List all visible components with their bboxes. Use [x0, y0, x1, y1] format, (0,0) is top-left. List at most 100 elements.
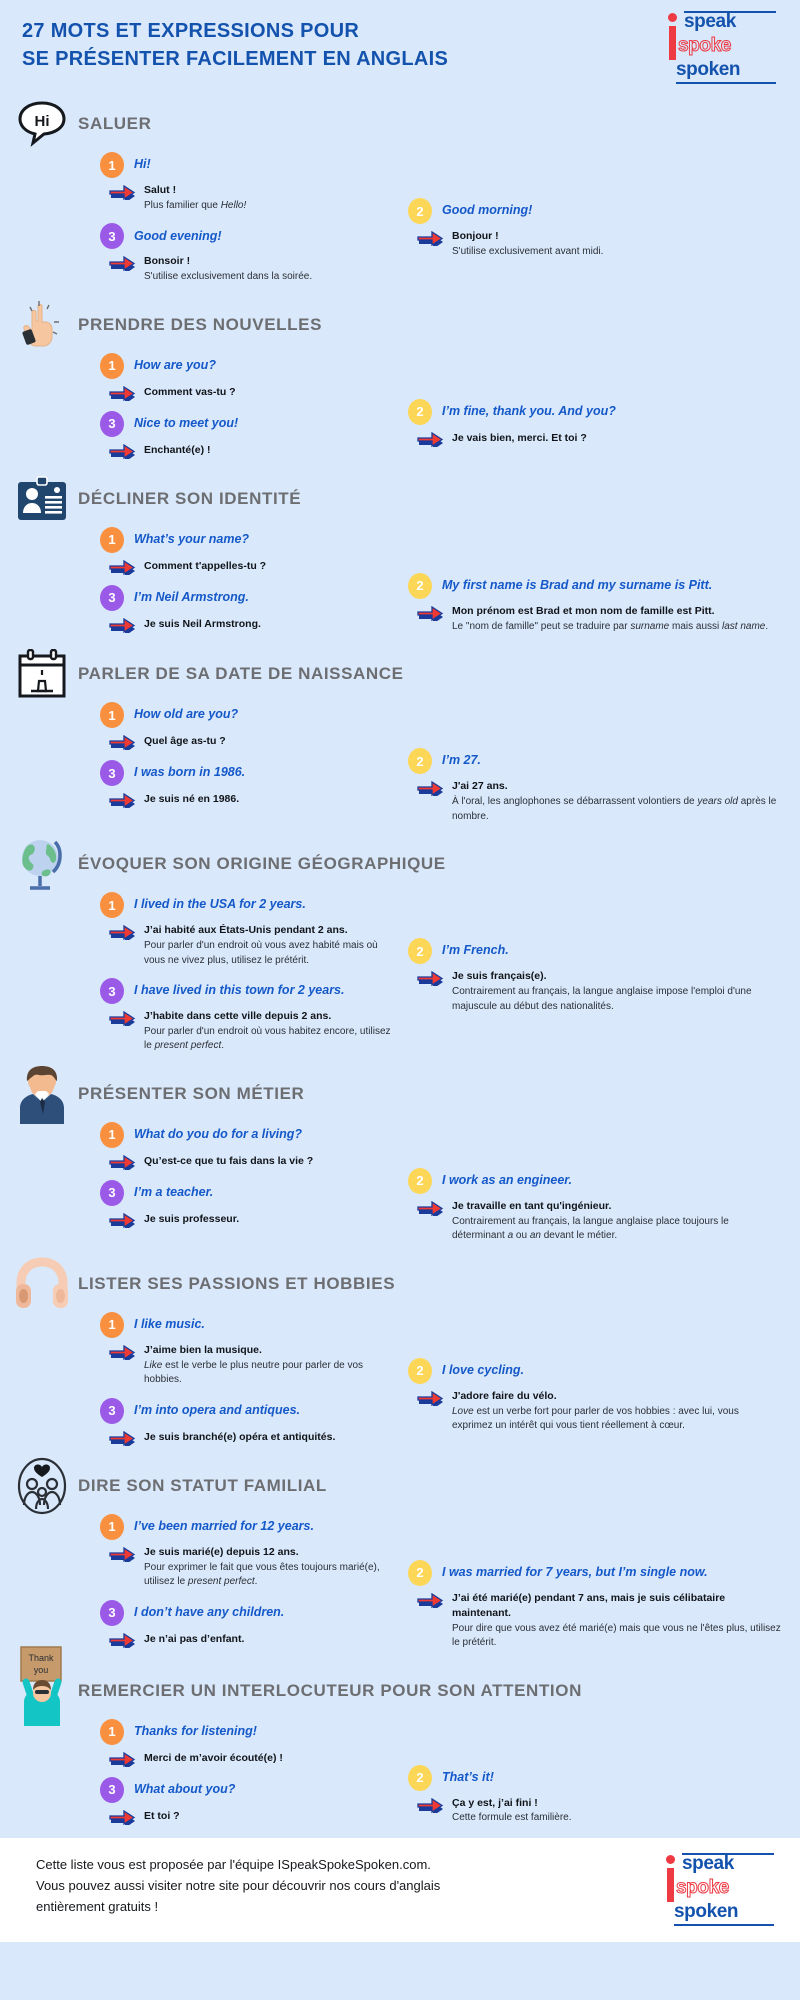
phrase-item: 3 What about you? Et toi ? [100, 1776, 394, 1828]
phrase-body: J’ai été marié(e) pendant 7 ans, mais je… [408, 1591, 782, 1651]
phrase-head: 3 I’m a teacher. [100, 1179, 394, 1206]
section-lister-ses-passions-et-hobbies: LISTER SES PASSIONS ET HOBBIES 1 I like mu… [0, 1256, 800, 1458]
globe-icon [12, 836, 72, 892]
logo-row-3: spoken [660, 58, 780, 84]
phrase-head: 2 That’s it! [408, 1764, 782, 1791]
phrase-french: J’habite dans cette ville depuis 2 ans. [144, 1010, 332, 1023]
column-right: 2 I’m 27. J'ai 27 ans. À l'oral, les anglop… [400, 702, 800, 834]
phrase-number-badge: 3 [100, 1776, 124, 1803]
phrase-translation-block: Je suis Neil Armstrong. [144, 617, 261, 632]
phrase-head: 2 I’m French. [408, 938, 782, 965]
phrase-english: What do you do for a living? [134, 1127, 303, 1142]
page-title-line-2: SE PRÉSENTER FACILEMENT EN ANGLAIS [22, 47, 449, 70]
column-right-offset [408, 892, 782, 938]
phrase-head: 3 I don’t have any children. [100, 1599, 394, 1626]
section-columns: 1 I lived in the USA for 2 years. J’ai hab… [0, 892, 800, 1064]
footer-logo-row-2: spoke [658, 1876, 778, 1900]
column-right-offset [408, 1514, 782, 1560]
section-header: ÉVOQUER SON ORIGINE GÉOGRAPHIQUE [0, 836, 800, 892]
column-left: 1 Thanks for listening! Merci de m’avoir é… [0, 1718, 400, 1836]
businessman-icon [12, 1065, 72, 1124]
brand-logo[interactable]: speak spoke spoken [660, 10, 780, 84]
phrase-french: Je suis professeur. [144, 1212, 240, 1225]
phrase-french: Merci de m’avoir écouté(e) ! [144, 1751, 283, 1764]
phrase-translation-block: Je suis branché(e) opéra et antiquités. [144, 1430, 335, 1445]
footer-text: Cette liste vous est proposée par l'équi… [36, 1854, 596, 1917]
phrase-number-badge: 1 [100, 1513, 124, 1540]
phrase-body: Je suis marié(e) depuis 12 ans. Pour expr… [100, 1545, 394, 1590]
logo-word-spoke: spoke [678, 35, 732, 57]
phrase-english: What’s your name? [134, 531, 250, 546]
phrase-head: 2 I’m 27. [408, 748, 782, 775]
phrase-translation-block: Je vais bien, merci. Et toi ? [452, 431, 587, 446]
phrase-note: À l'oral, les anglophones se débarrassen… [452, 796, 777, 822]
section-title: SALUER [78, 114, 152, 133]
phrase-french: Ça y est, j’ai fini ! [452, 1796, 538, 1809]
svg-text:Thank: Thank [28, 1653, 54, 1663]
logo-row-2: spoke [660, 34, 780, 58]
phrase-item: 2 Good morning! Bonjour ! S'utilise exclusi… [408, 198, 782, 259]
section-title: REMERCIER UN INTERLOCUTEUR POUR SON ATTE… [78, 1680, 582, 1700]
phrase-english: Hi! [134, 157, 151, 172]
phrase-translation-block: Qu’est-ce que tu fais dans la vie ? [144, 1154, 313, 1169]
phrase-number-badge: 1 [100, 892, 124, 919]
phrase-number-badge: 2 [408, 572, 432, 599]
phrase-head: 1 What’s your name? [100, 526, 394, 553]
phrase-body: J'ai 27 ans. À l'oral, les anglophones se… [408, 779, 782, 824]
right-arrow-icon [108, 1809, 136, 1828]
footer-logo-word-spoken: spoken [674, 1900, 739, 1922]
phrase-head: 1 How old are you? [100, 702, 394, 729]
phrase-body: Bonjour ! S'utilise exclusivement avant m… [408, 229, 782, 259]
phrase-number-badge: 3 [100, 1179, 124, 1206]
section-header: DIRE SON STATUT FAMILIAL [0, 1457, 800, 1514]
phrase-number-badge: 1 [100, 1121, 124, 1148]
phrase-body: Je suis né en 1986. [100, 791, 394, 812]
phrase-translation-block: Et toi ? [144, 1809, 180, 1824]
phrase-french: Enchanté(e) ! [144, 443, 211, 456]
footer-logo-row-3: spoken [658, 1900, 778, 1926]
section-title: LISTER SES PASSIONS ET HOBBIES [78, 1273, 396, 1293]
phrase-french: Bonsoir ! [144, 255, 191, 268]
phrase-french: Comment t'appelles-tu ? [144, 559, 267, 572]
phrase-english: I’m into opera and antiques. [134, 1402, 300, 1417]
phrase-note: Le "nom de famille" peut se traduire par… [452, 620, 769, 632]
column-left: 1 What do you do for a living? Qu’est-ce q… [0, 1121, 400, 1254]
phrase-english: How old are you? [134, 707, 239, 722]
section-parler-de-sa-date-de-naissance: PARLER DE SA DATE DE NAISSANCE 1 How old a… [0, 646, 800, 836]
phrase-english: I was married for 7 years, but I’m singl… [442, 1564, 708, 1579]
right-arrow-icon [108, 385, 136, 404]
phrase-french: Je suis né en 1986. [144, 793, 240, 806]
column-right-offset [408, 353, 782, 399]
id-card-icon [12, 471, 72, 527]
phrase-body: Comment t'appelles-tu ? [100, 558, 394, 578]
page-header: 27 MOTS ET EXPRESSIONS POUR SE PRÉSENTER… [0, 0, 800, 96]
phrase-number-badge: 3 [100, 760, 124, 787]
footer-line-2: Vous pouvez aussi visiter notre site pou… [36, 1878, 441, 1894]
phrase-english: Thanks for listening! [134, 1723, 257, 1738]
phrase-body: Ça y est, j’ai fini ! Cette formule est f… [408, 1796, 782, 1826]
phrase-english: I’ve been married for 12 years. [134, 1518, 314, 1533]
right-arrow-icon [108, 443, 136, 462]
phrase-head: 3 I was born in 1986. [100, 760, 394, 787]
phrase-french: Comment vas-tu ? [144, 385, 236, 398]
phrase-head: 2 Good morning! [408, 198, 782, 224]
right-arrow-icon [108, 1010, 136, 1030]
column-right-offset [408, 1122, 782, 1168]
section-remercier-un-interlocuteur: Thank you REMERCIER UN INTERLOCUTEUR POUR … [0, 1645, 800, 1838]
right-arrow-icon [416, 1390, 444, 1409]
phrase-number-badge: 3 [100, 1599, 124, 1626]
phrase-item: 2 I’m French. Je suis français(e). Contrair… [408, 938, 782, 1014]
phrase-body: J’aime bien la musique. Like est le verbe… [100, 1343, 394, 1388]
phrase-item: 1 How old are you? Quel âge as-tu ? [100, 702, 394, 754]
right-arrow-icon [108, 617, 136, 636]
phrase-french: J’ai habité aux États-Unis pendant 2 ans… [144, 924, 348, 937]
phrase-body: Bonsoir ! S'utilise exclusivement dans la… [100, 254, 394, 284]
footer-brand-logo[interactable]: speak spoke spoken [658, 1852, 778, 1932]
phrase-translation-block: Bonjour ! S'utilise exclusivement avant m… [452, 229, 603, 259]
phrase-english: I’m fine, thank you. And you? [442, 403, 616, 418]
phrase-head: 3 I have lived in this town for 2 years. [100, 978, 394, 1005]
phrase-body: Je suis Neil Armstrong. [100, 616, 394, 636]
phrase-body: Salut ! Plus familier que Hello! [100, 183, 394, 213]
phrase-french: Mon prénom est Brad et mon nom de famill… [452, 604, 715, 617]
phrase-body: Qu’est-ce que tu fais dans la vie ? [100, 1153, 394, 1173]
